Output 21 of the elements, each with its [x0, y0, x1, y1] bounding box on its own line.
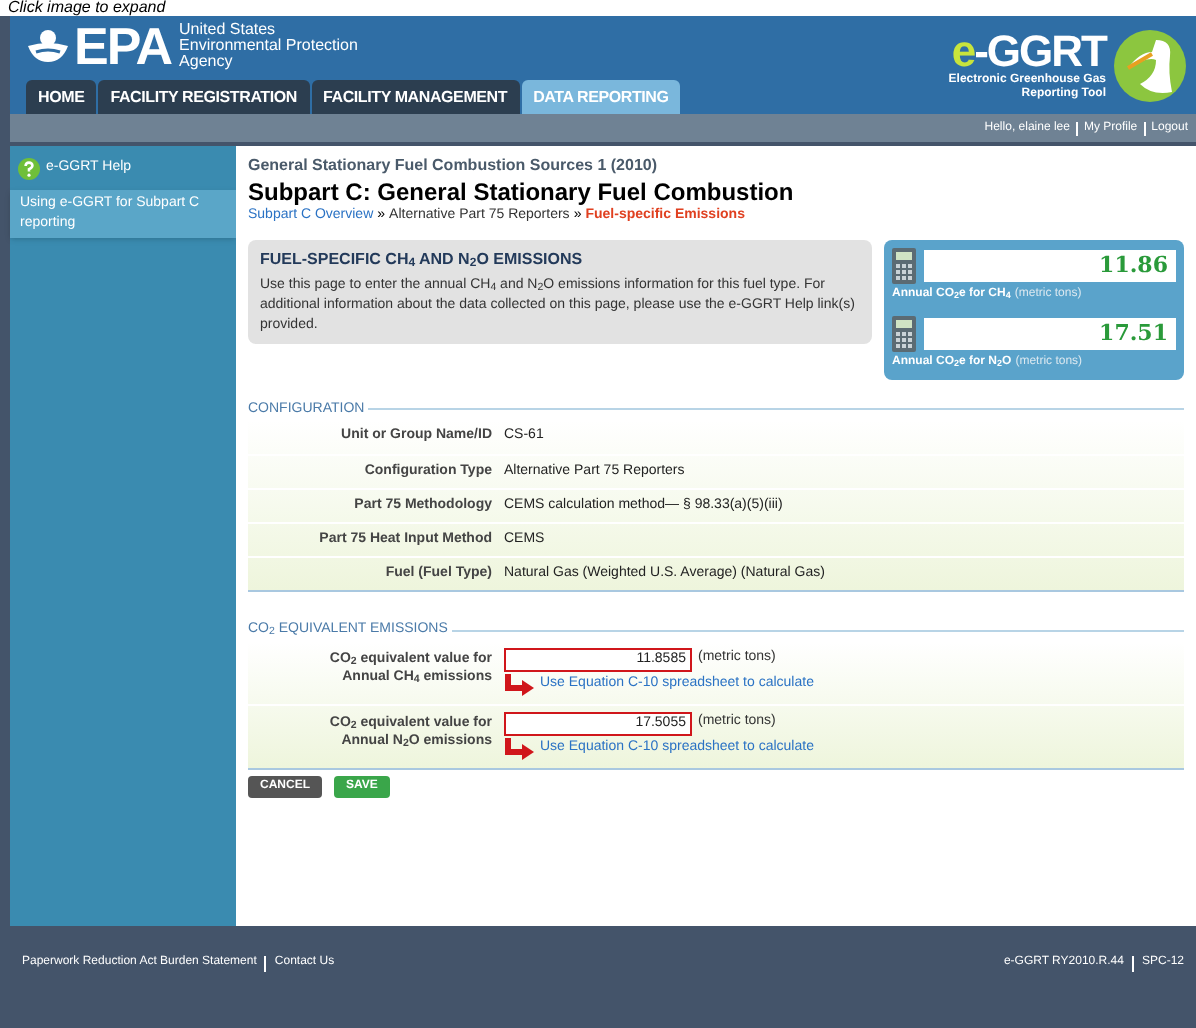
bird-logo-icon [1112, 27, 1188, 103]
intro-heading: FUEL-SPECIFIC CH$_{4}$ AND N$_{2}$O EMISSIONS [260, 247, 585, 271]
agency-name: United States [179, 22, 278, 38]
nav-tab[interactable]: FACILITY REGISTRATION [98, 80, 309, 114]
caption: Click image to expand [8, 0, 166, 16]
arrow-icon [504, 673, 536, 697]
agency-name: Environmental Protection [179, 38, 358, 54]
agency-name: Agency [179, 54, 235, 70]
total-value: 17.51 [924, 317, 1176, 349]
app-logo: e-GGRT [951, 29, 1106, 73]
help-icon [18, 157, 40, 179]
calculator-icon [892, 315, 916, 351]
nav-tab[interactable]: HOME [26, 80, 97, 114]
nav-tab[interactable]: FACILITY MANAGEMENT [311, 80, 520, 114]
epa-logo: EPA [74, 22, 172, 70]
total-value: 11.86 [924, 249, 1176, 281]
calculator-icon [892, 247, 916, 283]
page-title: Subpart C: General Stationary Fuel Combustion [248, 178, 796, 206]
flower-icon [26, 28, 70, 64]
arrow-icon [504, 737, 536, 761]
page-supertitle: General Stationary Fuel Combustion Sources 1 (2010) [248, 154, 659, 178]
